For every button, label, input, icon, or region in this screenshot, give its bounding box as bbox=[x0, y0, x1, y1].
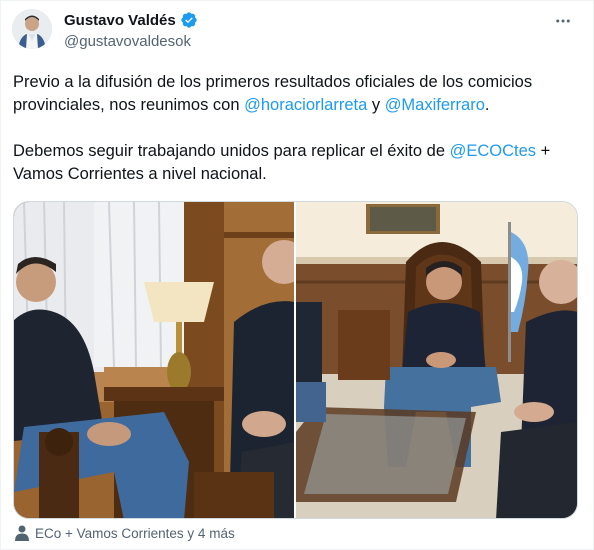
text-segment: Debemos seguir trabajando unidos para re… bbox=[13, 142, 450, 160]
more-options-button[interactable] bbox=[551, 9, 575, 33]
author-name[interactable]: Gustavo Valdés bbox=[64, 12, 176, 29]
author-avatar[interactable] bbox=[12, 9, 52, 49]
author-name-row: Gustavo Valdés bbox=[64, 11, 198, 29]
photo-2[interactable] bbox=[296, 202, 577, 518]
mention-link-ecoctes[interactable]: @ECOCtes bbox=[450, 142, 536, 160]
text-segment: . bbox=[484, 96, 490, 114]
meeting-photo-image bbox=[14, 202, 294, 518]
tweet-paragraph-1: Previo a la difusión de los primeros res… bbox=[13, 71, 583, 117]
mention-link-horaciorlarreta[interactable]: @horaciorlarreta bbox=[244, 96, 367, 114]
mention-link-maxiferraro[interactable]: @Maxiferraro bbox=[385, 96, 485, 114]
tweet-paragraph-2: Debemos seguir trabajando unidos para re… bbox=[13, 140, 583, 186]
meeting-photo-image bbox=[296, 202, 577, 518]
more-horizontal-icon bbox=[556, 19, 570, 23]
tweet-text: Previo a la difusión de los primeros res… bbox=[13, 71, 583, 209]
photo-1[interactable] bbox=[14, 202, 294, 518]
author-handle[interactable]: @gustavovaldesok bbox=[64, 33, 191, 50]
tagged-users-link[interactable]: ECo + Vamos Corrientes y 4 más bbox=[15, 525, 235, 541]
media-gallery bbox=[13, 201, 578, 519]
user-avatar-icon bbox=[12, 9, 52, 49]
verified-badge-icon bbox=[181, 12, 197, 28]
text-segment: y bbox=[367, 96, 385, 114]
person-icon bbox=[15, 525, 29, 541]
tagged-users-text: ECo + Vamos Corrientes y 4 más bbox=[35, 525, 235, 541]
tweet-card: Gustavo Valdés @gustavovaldesok Previo a… bbox=[0, 0, 594, 550]
